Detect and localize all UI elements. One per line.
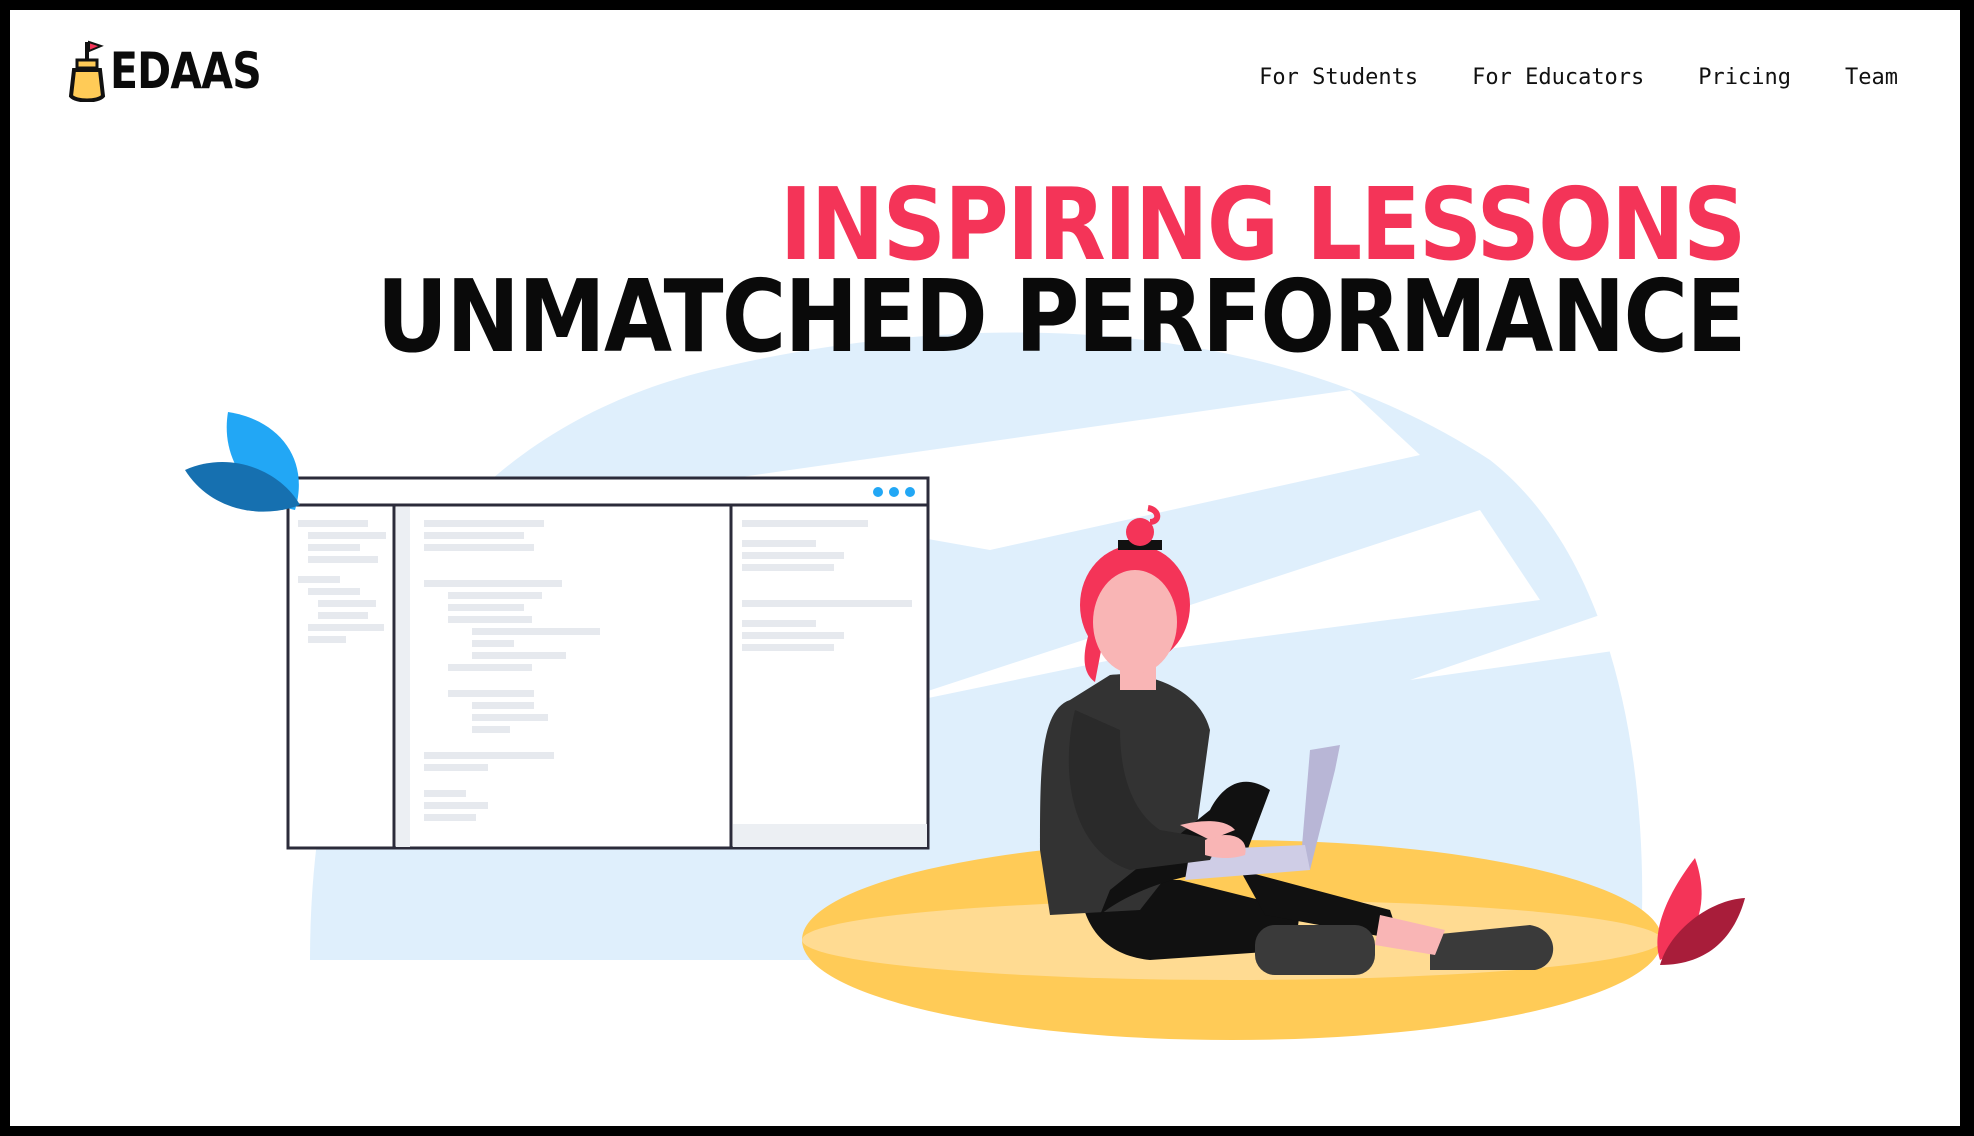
nav-for-educators[interactable]: For Educators	[1472, 65, 1644, 90]
red-leaf-icon	[1657, 858, 1745, 965]
hero-headline: INSPIRING LESSONS UNMATCHED PERFORMANCE	[190, 175, 1747, 375]
blue-leaf-icon	[185, 412, 300, 512]
window-dot	[889, 487, 899, 497]
logo-sandcastle-icon	[68, 40, 106, 102]
brand-logo[interactable]: EDAAS	[68, 40, 294, 102]
hero-line-2: UNMATCHED PERFORMANCE	[376, 258, 1747, 375]
main-nav: For Students For Educators Pricing Team	[1259, 65, 1898, 90]
nav-for-students[interactable]: For Students	[1259, 65, 1418, 90]
page-frame: EDAAS For Students For Educators Pricing…	[10, 10, 1960, 1126]
face	[1093, 570, 1177, 674]
nav-pricing[interactable]: Pricing	[1698, 65, 1791, 90]
window-dot	[905, 487, 915, 497]
window-dot	[873, 487, 883, 497]
brand-name: EDAAS	[110, 42, 262, 100]
nav-team[interactable]: Team	[1845, 65, 1898, 90]
code-window	[286, 476, 930, 850]
